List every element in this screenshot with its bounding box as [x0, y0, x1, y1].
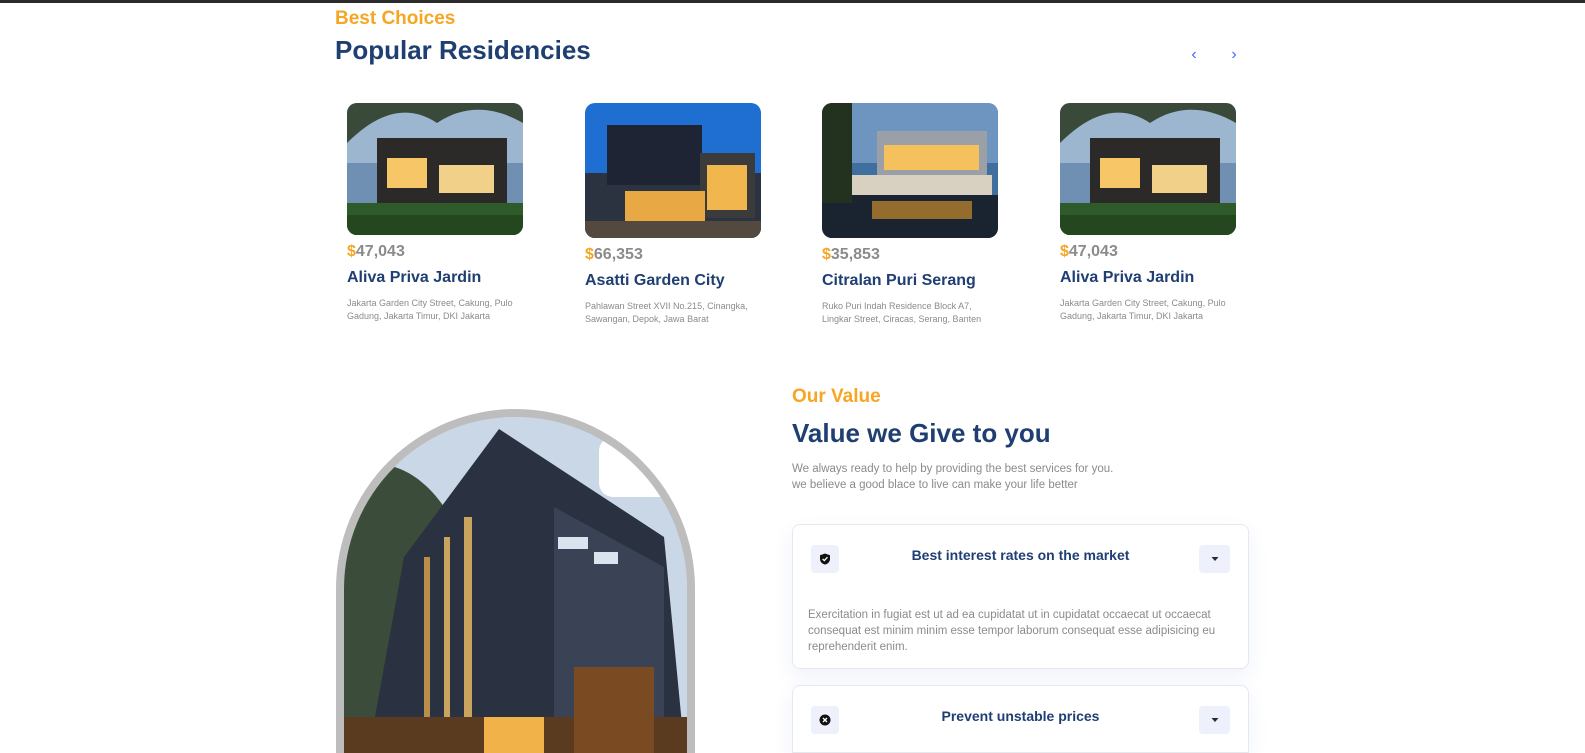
- value-hero-image: [336, 409, 695, 753]
- value-description: We always ready to help by providing the…: [792, 461, 1192, 493]
- carousel-prev-button[interactable]: ‹: [1182, 43, 1206, 67]
- chevron-right-icon: ›: [1231, 46, 1237, 63]
- residency-address: Jakarta Garden City Street, Cakung, Pulo…: [1060, 298, 1226, 321]
- accordion-item-unstable-prices[interactable]: Prevent unstable prices: [792, 685, 1249, 753]
- value-description-line: we believe a good blace to live can make…: [792, 479, 1078, 491]
- residency-name: Aliva Priva Jardin: [347, 269, 482, 286]
- residency-price: $66,353: [585, 246, 643, 263]
- accordion-header[interactable]: Best interest rates on the market: [793, 525, 1248, 591]
- residency-name: Asatti Garden City: [585, 272, 725, 289]
- residency-address: Pahlawan Street XVII No.215, Cinangka, S…: [585, 301, 748, 324]
- residency-photo: [347, 103, 523, 235]
- residency-card[interactable]: $47,043 Aliva Priva Jardin Jakarta Garde…: [347, 103, 523, 323]
- residencies-eyebrow: Best Choices: [335, 8, 456, 29]
- residency-address: Jakarta Garden City Street, Cakung, Pulo…: [347, 298, 513, 321]
- residency-name: Citralan Puri Serang: [822, 272, 976, 289]
- caret-down-icon: [1211, 557, 1218, 561]
- carousel-next-button[interactable]: ›: [1222, 43, 1246, 67]
- residency-price: $47,043: [347, 243, 405, 260]
- value-eyebrow: Our Value: [792, 386, 881, 407]
- residencies-title: Popular Residencies: [335, 35, 591, 65]
- residency-card[interactable]: $47,043 Aliva Priva Jardin Jakarta Garde…: [1060, 103, 1236, 323]
- top-border: [0, 0, 1585, 3]
- accordion-title: Best interest rates on the market: [911, 547, 1130, 563]
- value-description-line: We always ready to help by providing the…: [792, 463, 1114, 475]
- accordion-toggle-button[interactable]: [1199, 706, 1230, 734]
- cancel-circle-icon: [811, 706, 839, 734]
- accordion-header[interactable]: Prevent unstable prices: [793, 686, 1248, 752]
- accordion-toggle-button[interactable]: [1199, 545, 1230, 573]
- accordion-item-interest-rates[interactable]: Best interest rates on the market Exerci…: [792, 524, 1249, 669]
- chevron-left-icon: ‹: [1191, 46, 1197, 63]
- accordion-title: Prevent unstable prices: [941, 708, 1100, 724]
- caret-down-icon: [1211, 718, 1218, 722]
- residency-price: $35,853: [822, 246, 880, 263]
- residency-photo: [1060, 103, 1236, 235]
- residency-name: Aliva Priva Jardin: [1060, 269, 1195, 286]
- residency-price: $47,043: [1060, 243, 1118, 260]
- value-title: Value we Give to you: [792, 418, 1051, 448]
- residency-card[interactable]: $35,853 Citralan Puri Serang Ruko Puri I…: [822, 103, 998, 326]
- accordion-body: Exercitation in fugiat est ut ad ea cupi…: [808, 609, 1216, 653]
- residency-photo: [822, 103, 998, 238]
- residency-card[interactable]: $66,353 Asatti Garden City Pahlawan Stre…: [585, 103, 761, 326]
- residency-photo: [585, 103, 761, 238]
- residency-address: Ruko Puri Indah Residence Block A7, Ling…: [822, 301, 982, 324]
- shield-check-icon: [811, 545, 839, 573]
